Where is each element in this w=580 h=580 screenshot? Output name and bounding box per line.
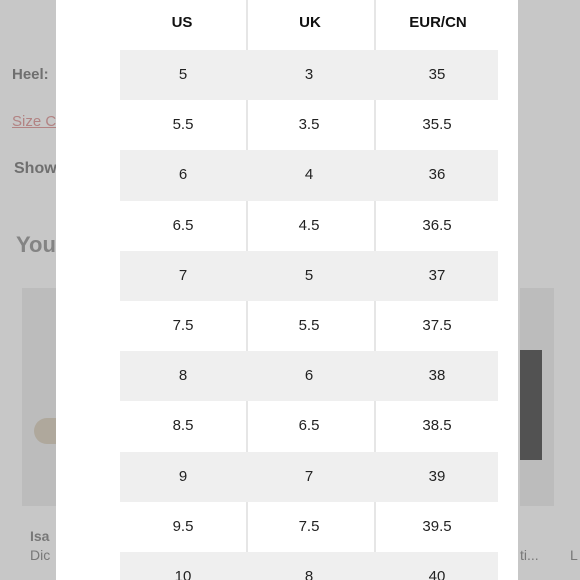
cell-eur-cn: 39: [428, 467, 446, 485]
cell-us: 8: [178, 367, 188, 385]
cell-uk: 3: [304, 66, 314, 83]
cell-us: 8.5: [172, 417, 194, 435]
cell-us: 5.5: [172, 116, 194, 134]
size-table-body: 5 3 35 5.5 3.5 35.5 6 4 36 6.5 4.5 36.5 7 5 37 7.5 5.5 37…: [120, 50, 498, 580]
table-row: 6.5 4.5 36.5: [120, 201, 498, 251]
table-row: 10 8 40: [120, 551, 498, 580]
table-row: 7 5 37: [120, 250, 498, 301]
cell-eur-cn: 38: [428, 367, 446, 385]
size-table-header: US UK EUR/CN: [56, 0, 518, 50]
cell-eur-cn: 35: [428, 66, 446, 83]
cell-us: 5: [178, 66, 188, 83]
cell-us: 9: [178, 467, 188, 485]
cell-uk: 6: [304, 367, 314, 385]
table-row: 8.5 6.5 38.5: [120, 401, 498, 451]
cell-eur-cn: 36.5: [422, 216, 452, 234]
cell-us: 10: [174, 567, 192, 580]
table-row: 9.5 7.5 39.5: [120, 502, 498, 552]
header-uk: UK: [299, 14, 321, 31]
cell-eur-cn: 36: [428, 166, 446, 184]
cell-uk: 4.5: [298, 216, 320, 234]
header-eur-cn: EUR/CN: [409, 14, 467, 31]
cell-eur-cn: 37.5: [422, 316, 452, 334]
cell-eur-cn: 37: [428, 266, 446, 284]
cell-eur-cn: 40: [428, 567, 446, 580]
table-row: 9 7 39: [120, 451, 498, 502]
cell-us: 6.5: [172, 216, 194, 234]
cell-uk: 5: [304, 266, 314, 284]
cell-us: 9.5: [172, 517, 194, 535]
table-row: 7.5 5.5 37.5: [120, 301, 498, 351]
cell-uk: 8: [304, 567, 314, 580]
size-chart-modal: US UK EUR/CN 5 3 35 5.5 3.5 35.5 6 4 36 6.5 4.5 36.…: [56, 0, 518, 580]
cell-uk: 5.5: [298, 316, 320, 334]
cell-uk: 4: [304, 166, 314, 184]
header-us: US: [171, 14, 193, 31]
cell-us: 6: [178, 166, 188, 184]
table-row: 6 4 36: [120, 150, 498, 201]
cell-eur-cn: 39.5: [422, 517, 452, 535]
cell-us: 7: [178, 266, 188, 284]
table-row: 5.5 3.5 35.5: [120, 100, 498, 150]
cell-uk: 7: [304, 467, 314, 485]
cell-eur-cn: 38.5: [422, 417, 452, 435]
table-row: 8 6 38: [120, 351, 498, 402]
cell-us: 7.5: [172, 316, 194, 334]
cell-uk: 7.5: [298, 517, 320, 535]
cell-uk: 3.5: [298, 116, 320, 134]
table-row: 5 3 35: [120, 50, 498, 101]
cell-uk: 6.5: [298, 417, 320, 435]
cell-eur-cn: 35.5: [422, 116, 452, 134]
